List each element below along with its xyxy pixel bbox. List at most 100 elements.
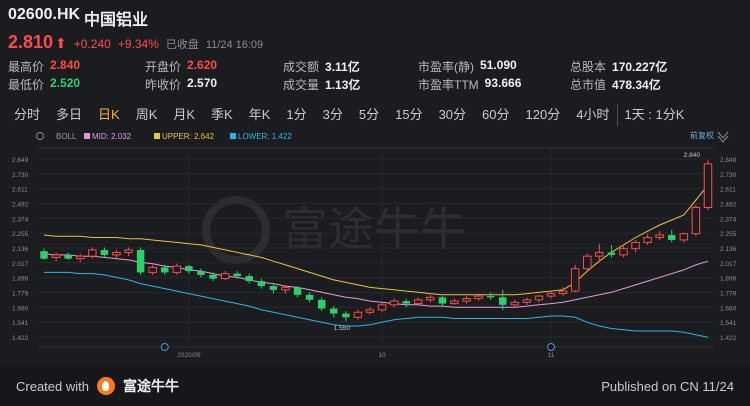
candle[interactable] [655, 231, 664, 240]
candle[interactable] [377, 302, 387, 313]
candle-body [534, 295, 544, 301]
tab-3[interactable]: 周K [128, 104, 166, 126]
candle[interactable] [679, 232, 689, 243]
candle[interactable] [293, 286, 302, 298]
candle-body [209, 274, 217, 279]
candle[interactable] [486, 292, 495, 300]
candle-body [583, 255, 592, 270]
y-tick-left: 2.374 [12, 216, 29, 223]
stat-label: 成交量 [283, 78, 320, 92]
candle[interactable] [220, 271, 230, 280]
footer: Created with 富途牛牛 Published on CN 11/24 [0, 366, 750, 406]
tab-1[interactable]: 多日 [48, 104, 90, 126]
y-tick-right: 2.017 [720, 261, 737, 268]
candle[interactable] [136, 247, 145, 275]
y-tick-right: 2.611 [720, 187, 736, 194]
candle[interactable] [51, 252, 61, 262]
candle[interactable] [631, 239, 640, 253]
tab-6[interactable]: 年K [241, 104, 279, 126]
candle[interactable] [185, 264, 193, 274]
tab-8[interactable]: 3分 [315, 104, 351, 126]
kline-chart-svg: 富途牛牛 BOLL MID: 2.032 UPPER: 2.642 LOWER: 1.… [12, 130, 737, 359]
high-annotation: 2.840 [684, 152, 701, 159]
watermark-logo-icon [202, 196, 270, 264]
event-marker-icon[interactable] [547, 343, 556, 351]
candle[interactable] [305, 292, 314, 303]
candle[interactable] [100, 247, 109, 258]
candle-body [100, 249, 109, 255]
candle[interactable] [112, 249, 121, 259]
candle[interactable] [668, 229, 676, 243]
candle[interactable] [317, 297, 326, 312]
collapse-icon[interactable] [717, 131, 729, 143]
tab-2[interactable]: 日K [90, 104, 128, 126]
settings-icon[interactable] [36, 132, 44, 140]
candle[interactable] [595, 243, 604, 262]
stat-7: 成交量 1.13亿 [283, 76, 360, 93]
candle[interactable] [643, 233, 652, 245]
candle[interactable] [64, 252, 72, 260]
candle-body [136, 249, 145, 273]
candle[interactable] [462, 296, 471, 304]
candle[interactable] [353, 309, 363, 320]
candle-body [619, 248, 628, 256]
candle[interactable] [76, 253, 85, 263]
boll-lower-line [44, 271, 709, 338]
candle-body [305, 294, 314, 300]
y-tick-right: 1.898 [720, 276, 737, 283]
published-label: Published on CN 11/24 [601, 378, 734, 394]
candle-body [317, 299, 326, 309]
tab-15[interactable]: 1天 : 1分K [617, 104, 692, 126]
tab-10[interactable]: 15分 [387, 104, 430, 126]
candle-body [88, 249, 97, 257]
candle-body [450, 300, 459, 305]
candle[interactable] [389, 298, 399, 308]
y-tick-left: 2.611 [12, 187, 28, 194]
stat-9: 总市值 478.34亿 [570, 76, 661, 93]
candle[interactable] [438, 296, 447, 307]
candle-body [220, 273, 230, 280]
kline-chart[interactable]: 富途牛牛 BOLL MID: 2.032 UPPER: 2.642 LOWER: 1.… [0, 127, 750, 363]
candle-body [233, 273, 241, 277]
candle[interactable] [365, 307, 375, 315]
candle[interactable] [148, 264, 157, 275]
created-with-label: Created with [16, 378, 89, 394]
candle[interactable] [703, 160, 713, 211]
candle[interactable] [40, 248, 48, 260]
tab-4[interactable]: 月K [165, 104, 203, 126]
candle[interactable] [88, 247, 97, 259]
candle-body [703, 163, 713, 209]
event-marker-icon[interactable] [160, 343, 169, 351]
tab-14[interactable]: 4小时 [568, 104, 617, 126]
candle[interactable] [124, 247, 133, 257]
stat-value: 170.227亿 [612, 60, 668, 74]
tab-0[interactable]: 分时 [6, 104, 48, 126]
candle[interactable] [510, 299, 520, 308]
candle[interactable] [402, 298, 410, 308]
y-tick-left: 1.660 [12, 305, 29, 312]
timeframe-tabs: 分时 多日 日K 周K 月K 季K 年K 1分 3分 5分 15分 30分 60分 120分 4小时 1天 :… [0, 103, 750, 127]
candle[interactable] [534, 294, 544, 303]
candle[interactable] [426, 294, 435, 303]
tab-12[interactable]: 60分 [474, 104, 517, 126]
candle[interactable] [691, 205, 701, 237]
low-annotation: 1.550 [334, 325, 351, 332]
candle-body [643, 236, 652, 243]
candle[interactable] [522, 297, 532, 305]
candle-body [112, 251, 121, 256]
tab-11[interactable]: 30分 [431, 104, 474, 126]
legend-indicator: BOLL [56, 132, 77, 141]
candle[interactable] [197, 268, 205, 278]
candle[interactable] [450, 298, 459, 305]
candle[interactable] [570, 264, 580, 293]
candle[interactable] [172, 263, 182, 275]
candle[interactable] [583, 253, 592, 272]
tab-13[interactable]: 120分 [518, 104, 569, 126]
restore-mode[interactable]: 前复权 [690, 130, 714, 140]
candle[interactable] [342, 311, 350, 322]
tab-7[interactable]: 1分 [278, 104, 314, 126]
candle[interactable] [245, 273, 253, 284]
candle[interactable] [257, 278, 266, 289]
tab-9[interactable]: 5分 [351, 104, 387, 126]
tab-5[interactable]: 季K [203, 104, 241, 126]
